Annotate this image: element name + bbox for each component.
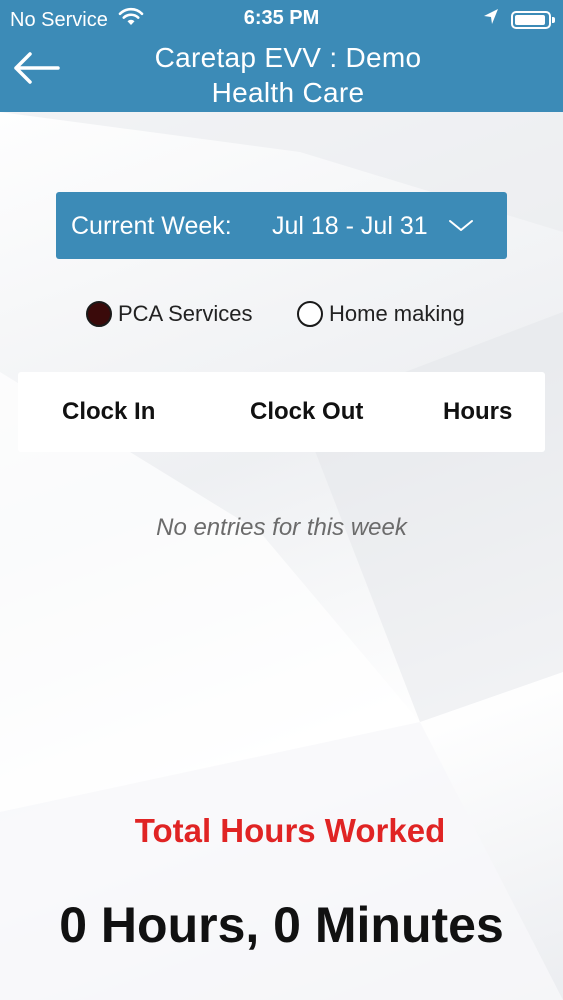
radio-pca-services[interactable]: PCA Services <box>86 300 253 328</box>
total-hours-value: 0 Hours, 0 Minutes <box>59 897 504 953</box>
status-time: 6:35 PM <box>243 7 320 29</box>
status-bar: No Service 6:35 PM <box>0 0 563 36</box>
total-hours-label: Total Hours Worked <box>134 812 446 849</box>
battery-level <box>515 14 545 25</box>
table-header: Clock In Clock Out Hours <box>18 372 545 452</box>
radio-home-making[interactable]: Home making <box>297 300 465 328</box>
battery-icon <box>511 10 555 29</box>
location-arrow-icon <box>483 8 499 31</box>
week-selector[interactable]: Current Week: Jul 18 - Jul 31 <box>56 192 507 259</box>
radio-label-pca-services: PCA Services <box>118 301 253 326</box>
week-range: Jul 18 - Jul 31 <box>272 212 428 240</box>
column-header-clock-in: Clock In <box>62 398 156 425</box>
chevron-down-icon <box>448 212 474 241</box>
page-title: Caretap EVV : Demo Health Care <box>100 40 476 110</box>
page-title-line1: Caretap EVV : Demo <box>154 42 422 73</box>
status-right <box>483 8 555 31</box>
app-header: No Service 6:35 PM Caretap EVV: Demo He… <box>0 0 563 112</box>
radio-unselected-indicator <box>297 301 323 327</box>
battery-tip <box>552 16 555 23</box>
column-header-hours: Hours <box>443 398 513 425</box>
column-header-clock-out: Clock Out <box>250 398 364 425</box>
radio-selected-indicator <box>86 301 112 327</box>
page-title-line2: Health Care <box>211 77 365 108</box>
empty-state-message: No entries for this week <box>156 514 407 541</box>
week-label: Current Week: <box>71 212 232 240</box>
back-button[interactable] <box>8 46 64 94</box>
radio-label-home-making: Home making <box>329 301 465 326</box>
back-arrow-icon <box>12 51 60 90</box>
